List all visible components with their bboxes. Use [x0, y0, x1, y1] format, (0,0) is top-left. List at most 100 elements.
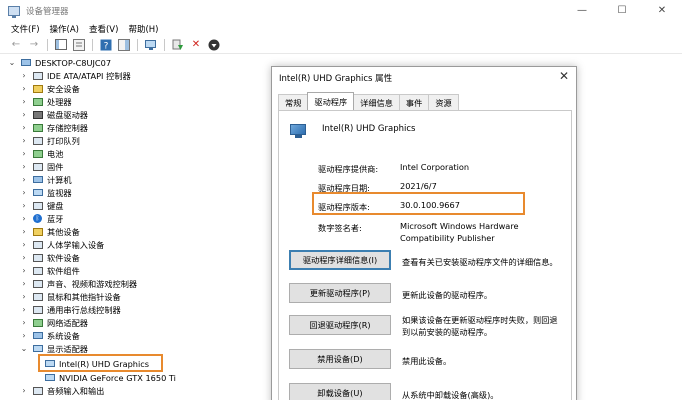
tab-events[interactable]: 事件: [398, 94, 430, 110]
tree-item-bluetooth[interactable]: › ᛒ 蓝牙: [20, 212, 63, 225]
expanded-arrow-icon[interactable]: ⌄: [8, 58, 16, 67]
collapsed-arrow-icon[interactable]: ›: [20, 318, 28, 327]
tree-item-mouse[interactable]: › 鼠标和其他指针设备: [20, 290, 120, 303]
tree-item-hid[interactable]: › 人体学输入设备: [20, 238, 104, 251]
tree-item-processor[interactable]: › 处理器: [20, 95, 71, 108]
usb-icon: [32, 305, 43, 315]
properties-icon[interactable]: [72, 38, 86, 52]
signer-value: Microsoft Windows Hardware Compatibility…: [400, 221, 519, 243]
tab-driver[interactable]: 驱动程序: [307, 92, 355, 110]
tree-item-keyboard[interactable]: › 键盘: [20, 199, 63, 212]
collapsed-arrow-icon[interactable]: ›: [20, 240, 28, 249]
collapsed-arrow-icon[interactable]: ›: [20, 305, 28, 314]
scan-hardware-icon[interactable]: [144, 38, 158, 52]
tab-resources[interactable]: 资源: [428, 94, 459, 110]
collapsed-arrow-icon[interactable]: ›: [20, 123, 28, 132]
tree-item-battery[interactable]: › 电池: [20, 147, 63, 160]
tree-item-other[interactable]: › 其他设备: [20, 225, 79, 238]
tree-item-label: IDE ATA/ATAPI 控制器: [47, 70, 131, 81]
tree-item-usb[interactable]: › 通用串行总线控制器: [20, 303, 120, 316]
collapsed-arrow-icon[interactable]: ›: [20, 149, 28, 158]
collapsed-arrow-icon[interactable]: ›: [20, 279, 28, 288]
tree-item-software-component[interactable]: › 软件组件: [20, 264, 79, 277]
version-highlight-box: [312, 192, 525, 215]
dialog-title: Intel(R) UHD Graphics 属性: [279, 74, 393, 84]
collapsed-arrow-icon[interactable]: ›: [20, 97, 28, 106]
action-pane-icon[interactable]: [117, 38, 131, 52]
bluetooth-icon: ᛒ: [32, 214, 43, 224]
toolbar-separator: [137, 38, 138, 51]
tree-item-label: 人体学输入设备: [47, 239, 105, 250]
toolbar-separator: [164, 38, 165, 51]
menu-help[interactable]: 帮助(H): [123, 23, 163, 35]
update-driver-button[interactable]: 更新驱动程序(P): [289, 283, 391, 303]
disable-device-button[interactable]: 禁用设备(D): [289, 349, 391, 369]
collapsed-arrow-icon[interactable]: ›: [20, 188, 28, 197]
disable-device-icon[interactable]: [207, 38, 221, 52]
collapsed-arrow-icon[interactable]: ›: [20, 386, 28, 395]
collapsed-arrow-icon[interactable]: ›: [20, 227, 28, 236]
tree-item-print[interactable]: › 打印队列: [20, 134, 79, 147]
device-tree: ⌄ DESKTOP-C8UJC07 › IDE ATA/ATAPI 控制器 › …: [0, 56, 272, 400]
help-icon[interactable]: ?: [99, 38, 113, 52]
collapsed-arrow-icon[interactable]: ›: [20, 292, 28, 301]
tree-item-security[interactable]: › 安全设备: [20, 82, 80, 95]
tree-item-monitor[interactable]: › 监视器: [20, 186, 71, 199]
maximize-button[interactable]: ☐: [602, 0, 642, 21]
menu-action[interactable]: 操作(A): [45, 23, 84, 35]
tree-item-software-device[interactable]: › 软件设备: [20, 251, 79, 264]
collapsed-arrow-icon[interactable]: ›: [20, 253, 28, 262]
collapsed-arrow-icon[interactable]: ›: [20, 266, 28, 275]
collapsed-arrow-icon[interactable]: ›: [20, 175, 28, 184]
collapsed-arrow-icon[interactable]: ›: [20, 162, 28, 171]
tree-item-label: 存储控制器: [47, 122, 88, 133]
tree-item-disk[interactable]: › 磁盘驱动器: [20, 108, 88, 121]
tree-item-computer[interactable]: › 计算机: [20, 173, 72, 186]
update-driver-icon[interactable]: [171, 38, 185, 52]
provider-label: 驱动程序提供商:: [318, 164, 379, 174]
tree-item-label: 安全设备: [47, 83, 80, 94]
tab-details[interactable]: 详细信息: [353, 94, 400, 110]
tree-item-ide[interactable]: › IDE ATA/ATAPI 控制器: [20, 69, 131, 82]
rollback-driver-button[interactable]: 回退驱动程序(R): [289, 315, 391, 335]
tree-item-label: 计算机: [47, 174, 72, 185]
tree-item-firmware[interactable]: › 固件: [20, 160, 63, 173]
tree-item-system[interactable]: › 系统设备: [20, 329, 79, 342]
uninstall-icon[interactable]: ✕: [189, 38, 203, 52]
tree-item-network[interactable]: › 网络适配器: [20, 316, 88, 329]
collapsed-arrow-icon[interactable]: ›: [20, 214, 28, 223]
back-icon[interactable]: ←: [9, 38, 23, 52]
driver-details-button[interactable]: 驱动程序详细信息(I): [289, 250, 391, 270]
window-title: 设备管理器: [26, 6, 69, 17]
menu-file[interactable]: 文件(F): [6, 23, 45, 35]
menu-view[interactable]: 查看(V): [84, 23, 123, 35]
tab-general[interactable]: 常规: [278, 94, 309, 110]
collapsed-arrow-icon[interactable]: ›: [20, 136, 28, 145]
collapsed-arrow-icon[interactable]: ›: [20, 331, 28, 340]
dialog-close-button[interactable]: ✕: [559, 69, 569, 83]
tree-item-label: 音频输入和输出: [47, 385, 105, 396]
tree-root[interactable]: ⌄ DESKTOP-C8UJC07: [8, 56, 111, 69]
forward-icon[interactable]: →: [27, 38, 41, 52]
collapsed-arrow-icon[interactable]: ›: [20, 71, 28, 80]
tree-root-label: DESKTOP-C8UJC07: [35, 57, 112, 68]
close-button[interactable]: ✕: [642, 0, 682, 21]
collapsed-arrow-icon[interactable]: ›: [20, 110, 28, 119]
uninstall-device-button[interactable]: 卸载设备(U): [289, 383, 391, 400]
toolbar-separator: [47, 38, 48, 51]
storage-controller-icon: [32, 123, 43, 133]
tree-item-label: 键盘: [47, 200, 64, 211]
console-tree-icon[interactable]: [54, 38, 68, 52]
minimize-button[interactable]: —: [562, 0, 602, 21]
tree-item-sound[interactable]: › 声音、视频和游戏控制器: [20, 277, 137, 290]
collapsed-arrow-icon[interactable]: ›: [20, 201, 28, 210]
tree-item-storage[interactable]: › 存储控制器: [20, 121, 88, 134]
properties-dialog: Intel(R) UHD Graphics 属性 ✕ 常规 驱动程序 详细信息 …: [271, 66, 577, 400]
tree-item-audio-io[interactable]: › 音频输入和输出: [20, 384, 104, 397]
collapsed-arrow-icon[interactable]: ›: [20, 84, 28, 93]
tree-highlight-box: [38, 354, 163, 372]
tree-item-nvidia[interactable]: NVIDIA GeForce GTX 1650 Ti: [44, 371, 176, 384]
signer-label: 数字签名者:: [318, 223, 362, 233]
display-adapter-icon: [290, 124, 308, 138]
expanded-arrow-icon[interactable]: ⌄: [20, 344, 28, 353]
